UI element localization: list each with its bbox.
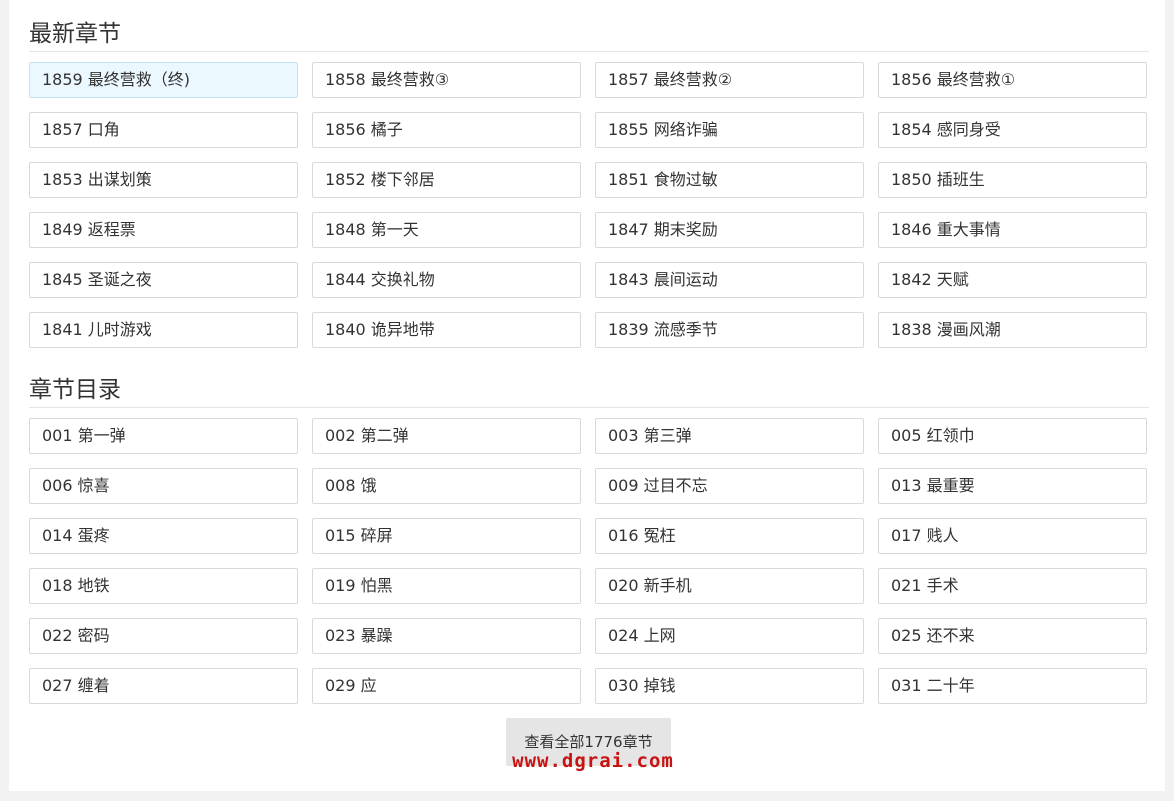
catalog-chapter-item[interactable]: 024 上网 (595, 618, 864, 654)
chapter-panel: 最新章节 1859 最终营救（终) 1858 最终营救③ 1857 最终营救② 185… (9, 0, 1165, 791)
latest-chapter-item[interactable]: 1851 食物过敏 (595, 162, 864, 198)
catalog-chapter-item[interactable]: 001 第一弹 (29, 418, 298, 454)
latest-chapter-item[interactable]: 1846 重大事情 (878, 212, 1147, 248)
latest-chapters-title: 最新章节 (29, 17, 1149, 52)
chapter-catalog-title: 章节目录 (29, 373, 1149, 408)
catalog-chapter-item[interactable]: 018 地铁 (29, 568, 298, 604)
catalog-chapter-item[interactable]: 009 过目不忘 (595, 468, 864, 504)
catalog-chapter-item[interactable]: 015 碎屏 (312, 518, 581, 554)
latest-chapter-item[interactable]: 1855 网络诈骗 (595, 112, 864, 148)
catalog-chapter-item[interactable]: 031 二十年 (878, 668, 1147, 704)
latest-chapter-item[interactable]: 1857 最终营救② (595, 62, 864, 98)
latest-chapter-item[interactable]: 1847 期末奖励 (595, 212, 864, 248)
latest-chapter-item[interactable]: 1850 插班生 (878, 162, 1147, 198)
catalog-chapter-item[interactable]: 021 手术 (878, 568, 1147, 604)
catalog-chapter-item[interactable]: 016 冤枉 (595, 518, 864, 554)
latest-chapter-item[interactable]: 1840 诡异地带 (312, 312, 581, 348)
latest-chapter-item[interactable]: 1845 圣诞之夜 (29, 262, 298, 298)
latest-chapter-item[interactable]: 1856 最终营救① (878, 62, 1147, 98)
latest-chapter-item[interactable]: 1858 最终营救③ (312, 62, 581, 98)
latest-chapter-item[interactable]: 1839 流感季节 (595, 312, 864, 348)
latest-chapter-item[interactable]: 1852 楼下邻居 (312, 162, 581, 198)
latest-chapter-item[interactable]: 1844 交换礼物 (312, 262, 581, 298)
latest-chapter-item[interactable]: 1857 口角 (29, 112, 298, 148)
catalog-chapter-item[interactable]: 019 怕黑 (312, 568, 581, 604)
latest-chapter-item[interactable]: 1856 橘子 (312, 112, 581, 148)
latest-chapter-item[interactable]: 1843 晨间运动 (595, 262, 864, 298)
catalog-chapter-item[interactable]: 008 饿 (312, 468, 581, 504)
catalog-chapter-item[interactable]: 013 最重要 (878, 468, 1147, 504)
latest-chapter-item[interactable]: 1854 感同身受 (878, 112, 1147, 148)
catalog-chapter-item[interactable]: 030 掉钱 (595, 668, 864, 704)
latest-chapter-item[interactable]: 1848 第一天 (312, 212, 581, 248)
latest-chapter-item[interactable]: 1841 儿时游戏 (29, 312, 298, 348)
catalog-chapter-item[interactable]: 027 缠着 (29, 668, 298, 704)
catalog-chapter-item[interactable]: 003 第三弹 (595, 418, 864, 454)
watermark-text: www.dgrai.com (512, 750, 674, 772)
latest-chapter-item[interactable]: 1842 天赋 (878, 262, 1147, 298)
catalog-chapter-item[interactable]: 014 蛋疼 (29, 518, 298, 554)
latest-chapter-item[interactable]: 1849 返程票 (29, 212, 298, 248)
catalog-chapter-item[interactable]: 025 还不来 (878, 618, 1147, 654)
catalog-chapter-item[interactable]: 017 贱人 (878, 518, 1147, 554)
catalog-chapter-item[interactable]: 002 第二弹 (312, 418, 581, 454)
catalog-chapter-item[interactable]: 029 应 (312, 668, 581, 704)
catalog-chapter-item[interactable]: 005 红领巾 (878, 418, 1147, 454)
latest-chapter-item[interactable]: 1853 出谋划策 (29, 162, 298, 198)
catalog-chapter-item[interactable]: 023 暴躁 (312, 618, 581, 654)
latest-chapter-item[interactable]: 1838 漫画风潮 (878, 312, 1147, 348)
catalog-chapter-item[interactable]: 022 密码 (29, 618, 298, 654)
catalog-chapter-item[interactable]: 020 新手机 (595, 568, 864, 604)
latest-chapter-item[interactable]: 1859 最终营救（终) (29, 62, 298, 98)
catalog-chapter-item[interactable]: 006 惊喜 (29, 468, 298, 504)
